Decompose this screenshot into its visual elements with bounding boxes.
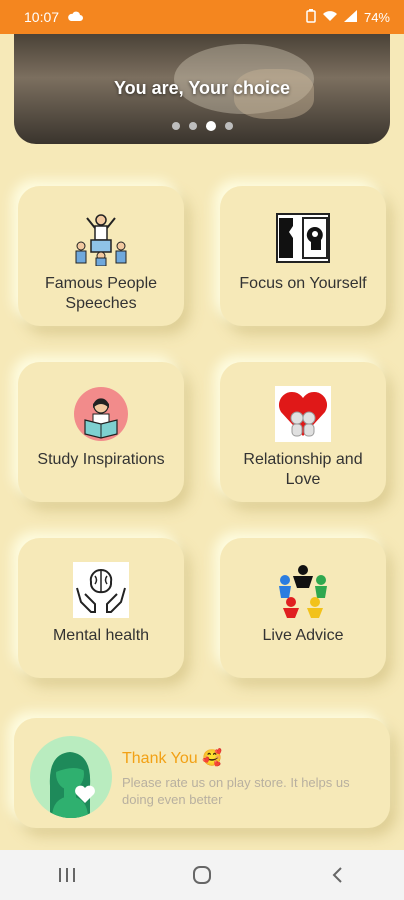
people-speech-icon	[73, 210, 129, 266]
banner-carousel[interactable]: You are, Your choice	[14, 34, 390, 144]
avatar	[30, 736, 112, 818]
card-study-inspirations[interactable]: Study Inspirations	[18, 362, 184, 502]
carousel-dot[interactable]	[205, 121, 216, 131]
back-icon	[332, 867, 342, 883]
status-bar: 10:07 74%	[0, 0, 404, 34]
card-live-advice[interactable]: Live Advice	[220, 538, 386, 678]
carousel-dot[interactable]	[188, 122, 197, 130]
banner-caption: You are, Your choice	[113, 78, 291, 98]
card-label: Famous People Speeches	[44, 275, 158, 312]
recent-apps-icon	[59, 868, 76, 882]
rate-us-message: Please rate us on play store. It helps u…	[122, 775, 350, 807]
signal-icon	[343, 9, 358, 25]
wifi-icon	[322, 10, 338, 25]
battery-saver-icon	[306, 8, 316, 26]
thank-you-title: Thank You 🥰	[122, 750, 222, 767]
love-icon	[275, 386, 331, 442]
card-label: Study Inspirations	[37, 451, 165, 468]
mental-health-icon	[73, 562, 129, 618]
home-button[interactable]	[182, 855, 222, 895]
card-label: Focus on Yourself	[239, 275, 367, 292]
card-famous-people-speeches[interactable]: Famous People Speeches	[18, 186, 184, 326]
card-label: Live Advice	[262, 627, 344, 644]
card-label: Mental health	[52, 627, 150, 644]
back-button[interactable]	[317, 855, 357, 895]
cloud-icon	[67, 9, 84, 25]
status-time: 10:07	[24, 9, 60, 25]
card-mental-health[interactable]: Mental health	[18, 538, 184, 678]
home-icon	[192, 866, 211, 884]
heart-icon	[74, 784, 96, 809]
carousel-dots	[14, 121, 390, 131]
carousel-dot[interactable]	[171, 122, 180, 130]
live-advice-icon	[275, 562, 331, 618]
card-relationship-and-love[interactable]: Relationship and Love	[220, 362, 386, 502]
carousel-dot[interactable]	[224, 122, 233, 130]
navigation-bar	[0, 850, 404, 900]
recent-apps-button[interactable]	[47, 855, 87, 895]
study-icon	[73, 386, 129, 442]
card-label: Relationship and Love	[243, 451, 363, 488]
rate-us-card[interactable]: Thank You 🥰 Please rate us on play store…	[14, 718, 390, 828]
battery-percent: 74%	[363, 9, 390, 25]
focus-self-icon	[275, 210, 331, 266]
card-focus-on-yourself[interactable]: Focus on Yourself	[220, 186, 386, 326]
